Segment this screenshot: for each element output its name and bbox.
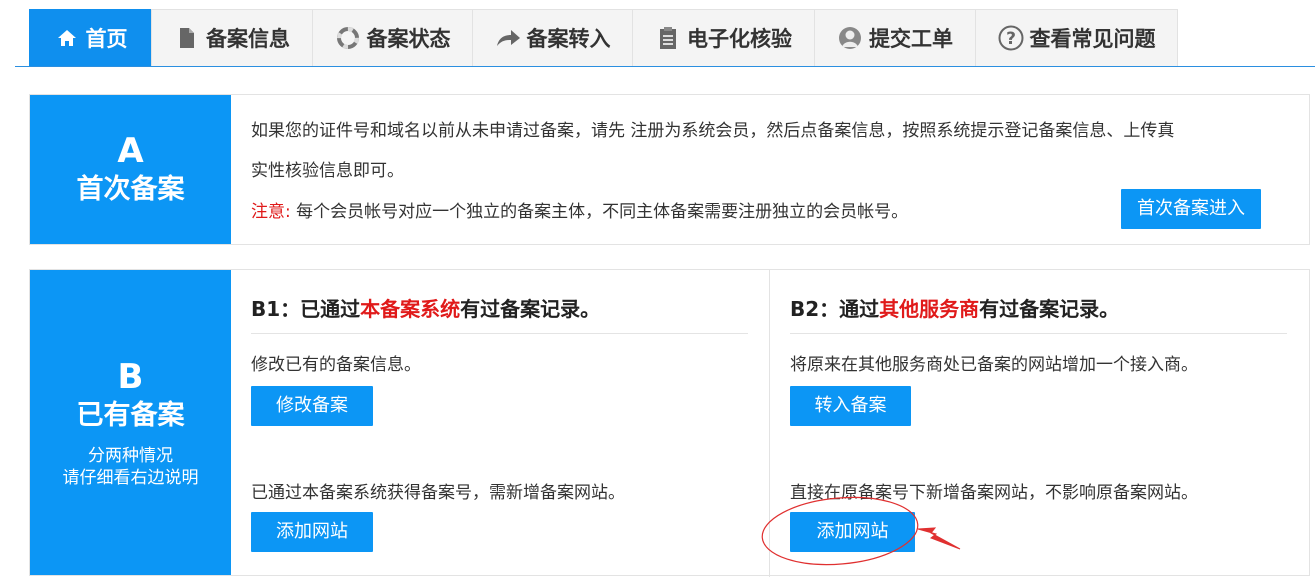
- annotation-circle: [761, 496, 919, 566]
- annotation-arrow: [917, 527, 961, 550]
- annotation-overlay: [761, 496, 961, 566]
